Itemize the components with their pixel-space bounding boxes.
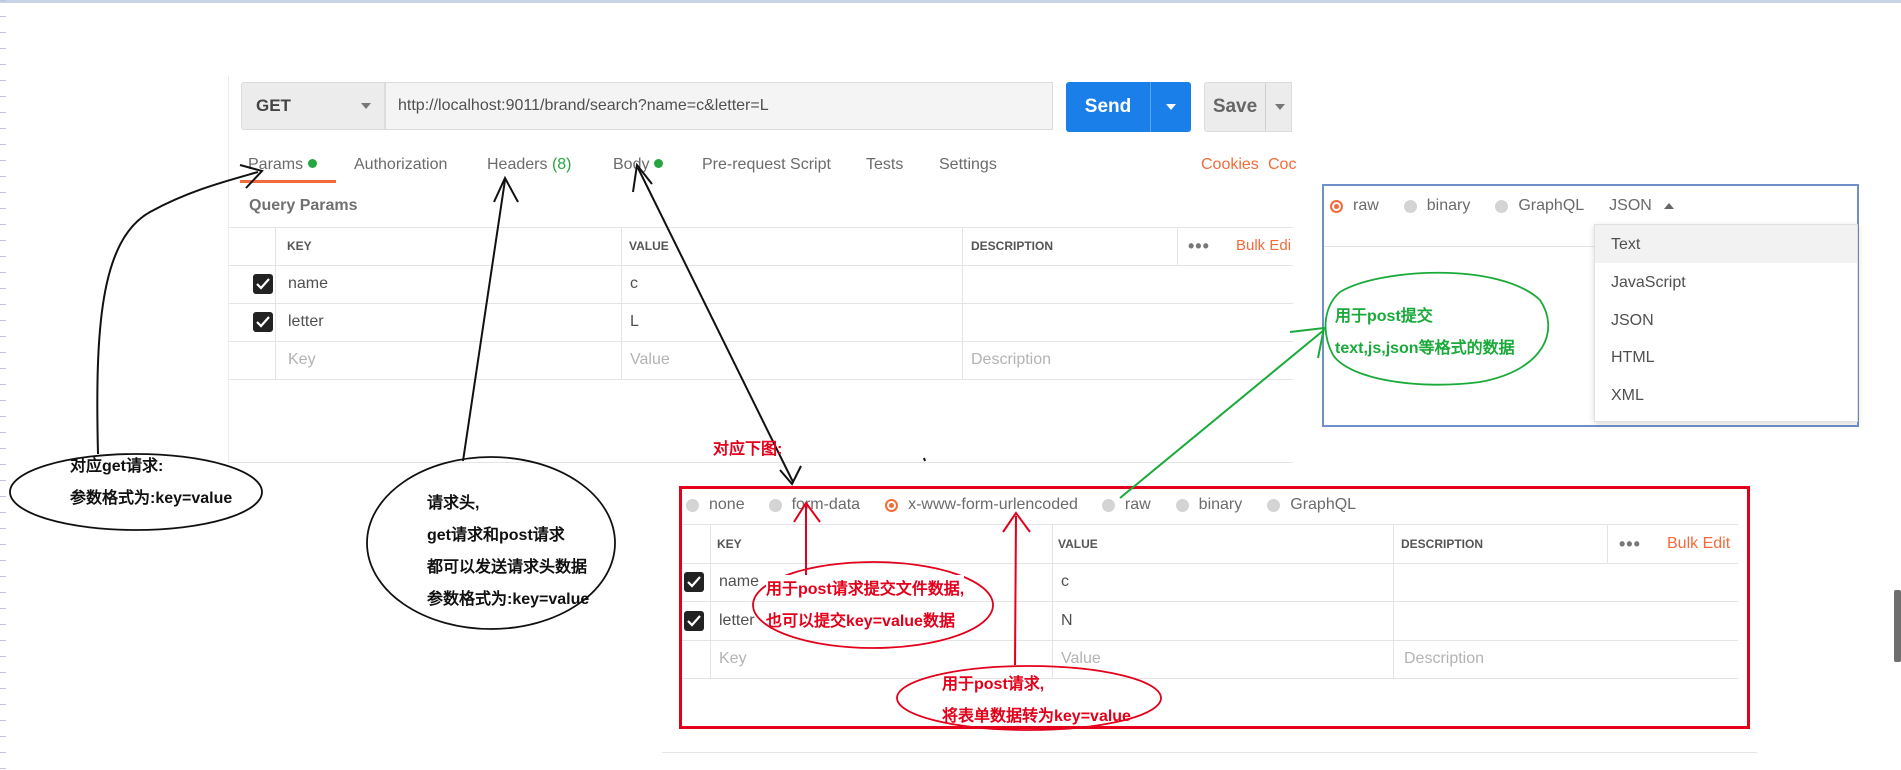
arrow-to-raw <box>1119 329 1325 499</box>
arrow-to-params <box>96 171 259 455</box>
annotation-urlencoded-line1: 用于post请求, <box>942 676 1045 693</box>
annotation-raw-line2: text,js,json等格式的数据 <box>1335 340 1515 357</box>
annotation-headers-line4: 参数格式为:key=value <box>427 591 590 608</box>
annotation-urlencoded-line2: 将表单数据转为key=value <box>942 708 1131 725</box>
annotation-below: 对应下图: <box>713 441 783 458</box>
annotation-form-data-line2: 也可以提交key=value数据 <box>766 613 955 630</box>
bubble-raw <box>1324 271 1549 386</box>
annotation-drawings <box>9 162 1549 731</box>
annotation-form-data-line1: 用于post请求提交文件数据, <box>766 575 965 599</box>
arrow-to-urlencoded <box>1014 515 1017 666</box>
annotation-headers-line2: get请求和post请求 <box>427 527 565 544</box>
annotation-headers-line3: 都可以发送请求头数据 <box>427 559 588 576</box>
arrow-to-headers <box>462 179 506 462</box>
annotation-get-line1: 对应get请求: <box>70 458 164 475</box>
annotation-raw-line1: 用于post提交 <box>1335 308 1433 325</box>
annotation-get-line2: 参数格式为:key=value <box>70 490 233 507</box>
annotation-headers-line1: 请求头, <box>427 495 480 512</box>
